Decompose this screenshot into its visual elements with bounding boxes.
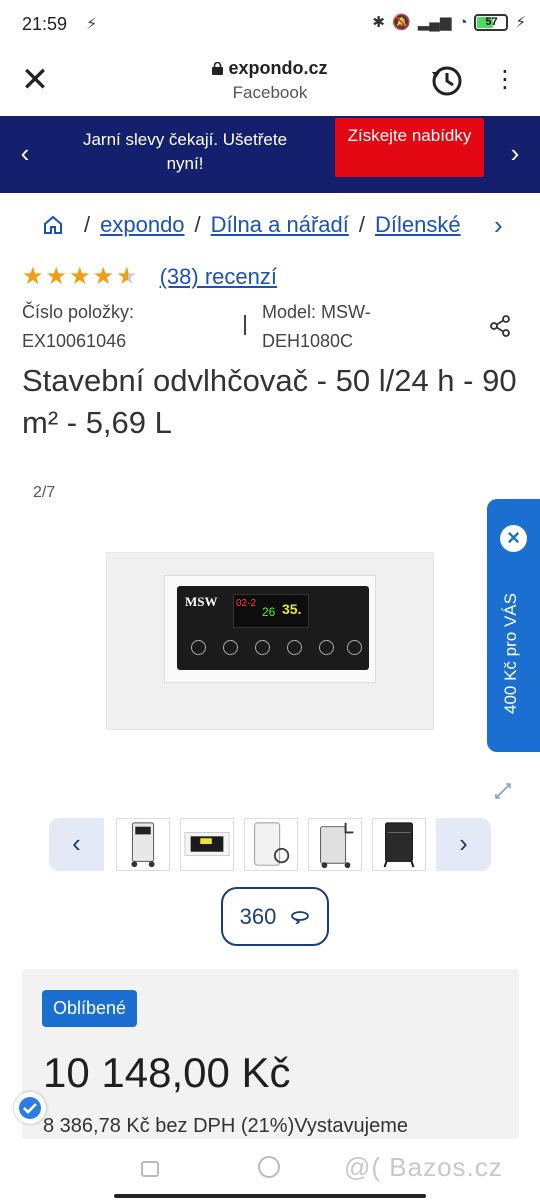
control-panel: MSW 02-2 26 35. (177, 586, 369, 670)
battery-level: 57 (485, 15, 498, 28)
signal-icon: ▂▄▆ (417, 14, 452, 31)
breadcrumb-expondo[interactable]: expondo (100, 212, 184, 238)
panel-button (347, 640, 362, 655)
browser-toolbar: ✕ expondo.cz Facebook ⋮ (0, 50, 540, 116)
star-icon: ★ (22, 263, 44, 290)
model-value: DEH1080C (262, 331, 354, 351)
thumbnail-prev-button[interactable]: ‹ (49, 818, 104, 871)
side-promo-close-icon[interactable]: × (500, 525, 527, 552)
trust-check-icon[interactable] (14, 1092, 46, 1124)
star-icon: ★ (45, 263, 68, 290)
thumbnail-3[interactable] (244, 818, 298, 871)
star-icon: ★ (69, 263, 91, 290)
status-bar: 21:59 ⚡ ✱ 🔕 ▂▄▆ ◔ 57 ⚡ (0, 0, 540, 50)
thumbnail-2[interactable] (180, 818, 234, 871)
gallery-counter: 2/7 (33, 484, 56, 501)
rotate-360-icon (291, 910, 310, 924)
panel-button (191, 640, 206, 655)
favorite-badge: Oblíbené (42, 990, 138, 1027)
promo-cta-button[interactable]: Získejte nabídky (335, 118, 484, 177)
recents-icon[interactable] (141, 1161, 159, 1177)
star-rating: ★ ★ ★ ★ ★ (22, 265, 138, 289)
panel-logo: MSW (185, 594, 218, 609)
display-right-readout: 35. (282, 601, 302, 617)
home-icon[interactable] (42, 214, 64, 236)
half-star-icon: ★ (116, 263, 138, 290)
display-center-readout: 26 (262, 605, 276, 619)
battery-icon: 57 (474, 13, 509, 31)
status-time: 21:59 (22, 14, 68, 34)
fullscreen-icon[interactable] (492, 780, 514, 802)
price-card: Oblíbené 10 148,00 Kč 8 386,78 Kč bez DP… (22, 969, 519, 1139)
thumbnail-next-button[interactable]: › (436, 818, 491, 871)
history-icon[interactable] (430, 64, 464, 98)
panel-button (319, 640, 334, 655)
item-number-label: Číslo položky: (22, 302, 135, 322)
lock-icon (212, 62, 224, 75)
model-label: Model: MSW- (262, 302, 371, 322)
more-menu-icon[interactable]: ⋮ (492, 66, 518, 96)
price-excl-vat: 8 386,78 Kč bez DPH (21%)Vystavujeme (43, 1115, 408, 1137)
display-left-readout: 02-2 (236, 598, 257, 609)
panel-display: 02-2 26 35. (233, 594, 309, 628)
reviews-link[interactable]: (38) recenzí (160, 264, 277, 290)
view-360-label: 360 (239, 903, 277, 929)
side-promo-text: 400 Kč pro VÁS (501, 593, 520, 715)
share-icon[interactable] (488, 314, 512, 338)
panel-button (223, 640, 238, 655)
star-icon: ★ (92, 263, 115, 290)
item-number-value: EX10061046 (22, 331, 127, 351)
product-meta: Číslo položky: EX10061046 Model: MSW- DE… (22, 298, 522, 358)
thumbnail-5[interactable] (372, 818, 426, 871)
breadcrumb-dilenske[interactable]: Dílenské (375, 212, 461, 238)
product-rating: ★ ★ ★ ★ ★ (38) recenzí (22, 262, 277, 292)
product-title: Stavební odvlhčovač - 50 l/24 h - 90 m² … (22, 363, 517, 440)
thumbnail-4[interactable] (308, 818, 362, 871)
home-nav-icon[interactable] (258, 1156, 280, 1178)
breadcrumb: / expondo / Dílna a nářadí / Dílenské (42, 208, 522, 242)
url-block[interactable]: expondo.cz Facebook (140, 58, 400, 103)
status-icons: ✱ 🔕 ▂▄▆ ◔ 57 ⚡ (372, 13, 526, 31)
promo-next-button[interactable]: › (500, 136, 530, 172)
mute-icon: 🔕 (392, 14, 411, 31)
meta-divider (244, 315, 246, 335)
breadcrumb-scroll-right-icon[interactable]: › (494, 210, 503, 241)
wifi-icon: ◔ (458, 13, 468, 31)
home-indicator (114, 1194, 426, 1198)
panel-button (255, 640, 270, 655)
url-domain: expondo.cz (228, 58, 328, 78)
url-source: Facebook (232, 83, 308, 102)
bluetooth-icon: ✱ (372, 14, 385, 31)
price: 10 148,00 Kč (43, 1049, 291, 1096)
promo-prev-button[interactable]: ‹ (10, 136, 40, 172)
charging-icon: ⚡ (86, 16, 98, 33)
breadcrumb-dilna[interactable]: Dílna a nářadí (211, 212, 349, 238)
promo-text: Jarní slevy čekají. Ušetřete nyní! (82, 130, 288, 173)
thumbnail-1[interactable] (116, 818, 170, 871)
side-promo-tab[interactable]: × 400 Kč pro VÁS (487, 499, 540, 752)
close-button[interactable]: ✕ (18, 63, 52, 98)
promo-banner: ‹ Jarní slevy čekají. Ušetřete nyní! Zís… (0, 116, 540, 193)
view-360-button[interactable]: 360 (221, 887, 329, 946)
panel-button (287, 640, 302, 655)
charging-icon-right: ⚡ (515, 14, 526, 31)
product-main-image[interactable]: MSW 02-2 26 35. (106, 552, 434, 730)
watermark: @( Bazos.cz (344, 1152, 503, 1182)
